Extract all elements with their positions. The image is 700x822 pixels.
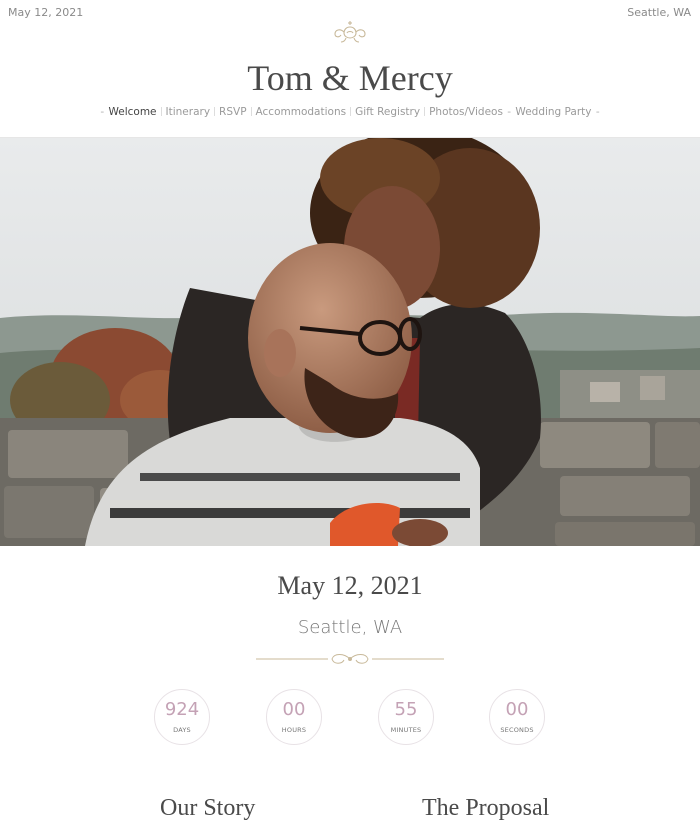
countdown-minutes: 55 MINUTES — [378, 689, 434, 745]
countdown: 924 DAYS 00 HOURS 55 MINUTES 00 SECONDS — [0, 689, 700, 747]
nav-item-accommodations[interactable]: Accommodations — [256, 106, 347, 118]
hero-photo — [0, 138, 700, 546]
countdown-days-value: 924 — [164, 699, 200, 720]
site-title: Tom & Mercy — [247, 58, 453, 98]
countdown-seconds-value: 00 — [505, 699, 529, 720]
flourish-ornament-icon — [334, 21, 366, 43]
countdown-hours: 00 HOURS — [266, 689, 322, 745]
countdown-minutes-value: 55 — [394, 699, 418, 720]
nav-item-gift-registry[interactable]: Gift Registry — [355, 106, 420, 118]
nav-item-rsvp[interactable]: RSVP — [219, 106, 246, 118]
section-heading-our-story: Our Story — [160, 795, 256, 821]
countdown-hours-label: HOURS — [281, 726, 307, 734]
countdown-days: 924 DAYS — [154, 689, 210, 745]
nav-item-itinerary[interactable]: Itinerary — [166, 106, 211, 118]
countdown-hours-value: 00 — [282, 699, 306, 720]
event-date: May 12, 2021 — [277, 571, 423, 600]
nav-item-photos-videos[interactable]: Photos/Videos — [429, 106, 503, 118]
event-location: Seattle, WA — [297, 617, 403, 638]
countdown-seconds: 00 SECONDS — [489, 689, 545, 745]
nav-item-wedding-party[interactable]: Wedding Party — [515, 106, 591, 118]
top-location: Seattle, WA — [627, 6, 691, 19]
countdown-minutes-label: MINUTES — [390, 726, 422, 734]
top-date: May 12, 2021 — [8, 6, 84, 19]
countdown-days-label: DAYS — [173, 726, 191, 734]
section-heading-the-proposal: The Proposal — [422, 795, 550, 821]
main-nav: - Welcome Itinerary RSVP Accommodations Gift… — [100, 106, 600, 118]
countdown-seconds-label: SECONDS — [500, 726, 534, 734]
flourish-divider-icon — [256, 654, 444, 664]
nav-item-welcome[interactable]: Welcome — [108, 106, 156, 118]
